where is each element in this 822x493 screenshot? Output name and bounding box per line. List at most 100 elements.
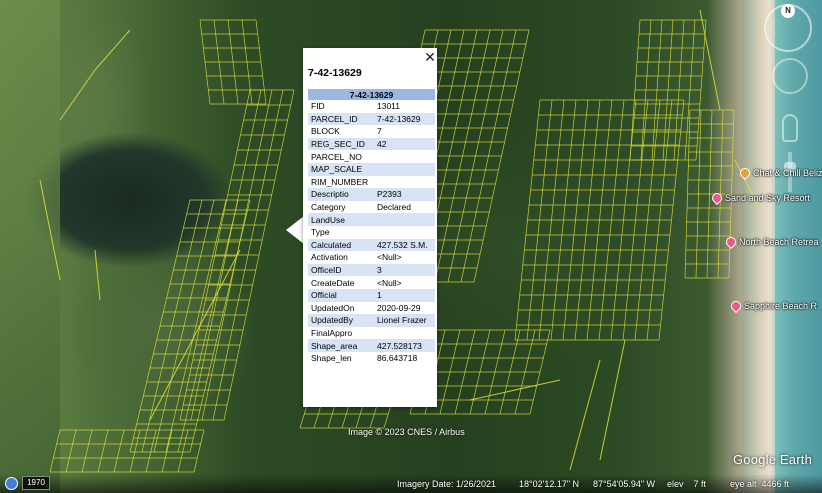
placemark-sapphire-beach[interactable]: Sapphire Beach R [728,298,818,314]
attribute-value [374,327,435,340]
historical-year-box[interactable]: 1970 [22,476,50,490]
attribute-field: Type [311,227,330,238]
attribute-row: BLOCK 7 [308,125,435,138]
imagery-copyright: Image © 2023 CNES / Airbus [348,427,465,437]
parcel-boundary [569,359,601,471]
attribute-row: LandUse [308,213,435,226]
pink-pin-icon [728,298,744,314]
attribute-table: 7-42-13629 FID 13011 PARCEL_ID 7-42-13629 BL… [308,89,435,364]
parcel-boundary [94,29,131,71]
attribute-row: Official 1 [308,288,435,302]
attribute-field: Calculated [308,238,374,252]
attribute-value: 427.532 S.M. [374,238,435,252]
street-view-icon[interactable] [782,114,798,142]
attribute-field: FID [311,101,325,112]
eye-altitude-readout: eye alt 4466 ft [730,479,790,489]
pink-pin-icon [709,190,725,206]
attribute-field: Descriptio [308,188,374,201]
attribute-row: FinalAppro [308,327,435,340]
attribute-value: 7-42-13629 [374,112,435,126]
parcel-boundary [113,429,125,473]
close-icon[interactable]: ✕ [423,50,437,64]
attribute-row: Descriptio P2393 [308,188,435,201]
attribute-row: FID 13011 [308,100,435,113]
look-joystick[interactable] [772,58,808,94]
attribute-row: Type [308,226,435,239]
attribute-field: RIM_NUMBER [311,176,369,187]
attribute-field: Official [308,288,374,302]
attribute-value: 7 [377,126,382,137]
attribute-row: CreateDate <Null> [308,276,435,289]
attribute-row: PARCEL_NO [308,150,435,163]
balloon-title: 7-42-13629 [308,67,362,79]
attribute-field: Shape_len [311,353,352,364]
attribute-field: Category [311,202,346,213]
parcel-boundary [193,429,205,473]
historical-imagery-icon[interactable] [5,477,18,490]
attribute-value: P2393 [374,188,435,201]
attribute-row: Calculated 427.532 S.M. [308,238,435,252]
attribute-row: Shape_area 427.528173 [308,339,435,352]
placemark-label: Chat & Chill Beliz [753,168,822,178]
attribute-field: BLOCK [311,126,340,137]
attribute-value [374,176,435,189]
placemark-label: North Beach Retrea [739,237,819,247]
attribute-value: Lionel Frazer [374,314,435,327]
google-earth-logo: Google Earth [733,452,813,467]
placemark-chat-chill[interactable]: Chat & Chill Beliz [737,165,822,181]
attribute-field: REG_SEC_ID [308,137,374,151]
attribute-value: 427.528173 [374,339,435,352]
attribute-value [374,150,435,163]
balloon-pointer [286,216,304,244]
longitude-readout: 87°54'05.94" W [593,479,656,489]
attribute-row: Shape_len 86.643718 [308,352,435,365]
attribute-rows: FID 13011 PARCEL_ID 7-42-13629 BLOCK 7 REG_SEC… [308,100,435,364]
parcel-boundary [129,429,141,473]
attribute-field: MAP_SCALE [308,162,374,176]
parcel-boundary [161,429,173,473]
attribute-value: <Null> [377,277,402,288]
attribute-field: LandUse [308,213,374,226]
parcel-info-balloon: ✕ 7-42-13629 7-42-13629 FID 13011 PARCEL_I… [303,48,437,407]
parcel-boundary [39,179,61,281]
attribute-row: Category Declared [308,201,435,214]
attribute-table-header: 7-42-13629 [308,89,435,100]
parcel-boundary [177,429,189,473]
parcel-boundary [469,379,561,401]
attribute-field: UpdatedOn [311,302,355,313]
placemark-north-beach[interactable]: North Beach Retrea [723,234,819,250]
placemark-sand-sky[interactable]: Sand and Sky Resort [709,190,811,206]
attribute-value: 42 [374,137,435,151]
attribute-value: 86.643718 [377,353,418,364]
attribute-row: RIM_NUMBER [308,176,435,189]
attribute-value: 2020-09-29 [377,302,421,313]
attribute-row: REG_SEC_ID 42 [308,137,435,151]
parcel-boundary [65,429,77,473]
attribute-row: Activation <Null> [308,251,435,264]
attribute-value: <Null> [377,252,402,263]
latitude-readout: 18°02'12.17" N [519,479,580,489]
pink-pin-icon [723,234,739,250]
attribute-value: 13011 [377,101,401,112]
attribute-field: PARCEL_ID [308,112,374,126]
north-indicator[interactable]: N [781,4,795,18]
orange-pin-icon [737,165,753,181]
attribute-value [374,162,435,176]
attribute-field: Shape_area [308,339,374,352]
placemark-label: Sapphire Beach R [744,301,818,311]
elevation-readout: elev 7 ft [667,479,707,489]
parcel-boundary [49,429,61,473]
attribute-value: Declared [377,202,412,213]
attribute-value: 3 [374,263,435,277]
attribute-row: OfficeID 3 [308,263,435,277]
attribute-row: PARCEL_ID 7-42-13629 [308,112,435,126]
imagery-date: Imagery Date: 1/26/2021 [397,479,497,489]
attribute-row: MAP_SCALE [308,162,435,176]
attribute-field: UpdatedBy [308,314,374,327]
attribute-value [374,213,435,226]
parcel-boundary [59,69,96,121]
attribute-row: UpdatedBy Lionel Frazer [308,314,435,327]
attribute-field: CreateDate [311,277,355,288]
parcel-boundary [97,429,109,473]
placemark-label: Sand and Sky Resort [725,193,811,203]
